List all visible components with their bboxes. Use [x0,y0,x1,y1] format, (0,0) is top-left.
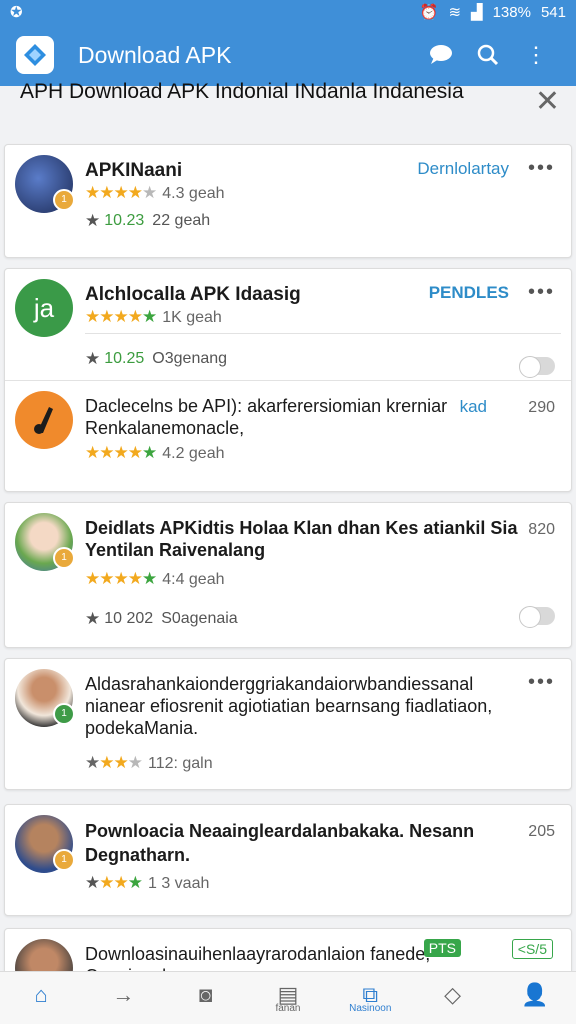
alarm-icon: ⏰ [419,4,439,21]
nav-profile[interactable]: 👤 [503,972,567,1008]
banner: APH Download APK Indonial INdanla Indane… [0,78,576,144]
rating-stars: ★★★★ 112: galn [85,753,213,772]
nav-record[interactable]: ◙ [174,972,238,1008]
count-label: 820 [528,521,555,538]
star-icon: ★ [85,211,101,230]
nav-files[interactable]: ▤ fanan [256,972,320,1014]
app-avatar: 1 [15,815,75,873]
badge-icon: 1 [53,547,75,569]
more-vert-icon[interactable]: ⋮ [512,31,560,79]
link-text[interactable]: kad [460,397,487,417]
app-bar: Download APK ⋮ [0,24,576,86]
close-icon[interactable]: ✕ [535,84,560,119]
rating-stars: ★★★★★ 4.2 geah [85,443,225,462]
app-name: Downloasinauihenlaayrarodanlaion fanede, [85,944,431,964]
app-logo-icon [16,36,54,74]
status-bar: ✪ ⏰ ≋ ▟ 138% 541 [0,0,576,24]
count-label: 290 [528,399,555,416]
app-avatar: ja [15,279,73,337]
diamond-icon: ◇ [444,982,461,1007]
signal-icon: ▟ [471,4,483,21]
more-horiz-icon[interactable]: ••• [528,281,555,304]
version-value: 10 202 [104,610,154,627]
chat-icon[interactable] [416,31,464,79]
count-label: 205 [528,823,555,840]
record-icon: ◙ [199,982,213,1007]
nav-forward[interactable]: → [91,972,155,1008]
star-icon: ★ [85,349,101,368]
rating-stars: ★★★★★ 4:4 geah [85,569,225,588]
chip-label: <S/5 [511,939,553,959]
app-name: Aldasrahankaionderggriakandaiorwbandiess… [85,674,493,738]
banner-text: APH Download APK Indonial INdanla Indane… [20,80,464,103]
app-title: Download APK [78,41,232,68]
app-name: Pownloacia Neaainglear­dalanbakaka. Nesa… [85,821,475,865]
download-tag[interactable]: Dernlolartay [417,159,509,179]
rating-meta: 4.2 geah [162,445,225,462]
battery-text: 138% [492,3,531,21]
badge-icon: 1 [53,849,75,871]
chip-label: PTS [423,939,461,957]
nav-home[interactable]: ⌂ [9,972,73,1008]
nav-discover[interactable]: ◇ [421,972,485,1008]
person-icon: 👤 [521,982,549,1007]
clock: 541 [540,3,566,21]
app-name: Daclecelns be API): akarferersiomian kre… [85,396,448,438]
status-tag[interactable]: PENDLES [429,283,509,303]
version-value: 10.25 [104,350,145,367]
app-list: 1 APKINaani ★★★★★ 4.3 geah ★ 10.23 22 geah … [0,144,576,990]
nav-downloads[interactable]: ⧉ Nasinoon [338,972,402,1014]
rating-meta: 1 3 vaah [147,875,210,892]
size-meta: 22 geah [152,212,211,229]
rating-meta: 4.3 geah [162,185,225,202]
toggle-switch[interactable] [519,606,555,628]
nav-label: Nasinoon [349,1003,392,1014]
list-item[interactable]: ja Alchlocalla APK Idaasig ★★★★★ 1K geah … [4,268,572,492]
app-notification-icon: ✪ [10,4,23,21]
home-icon: ⌂ [34,982,48,1007]
app-avatar: 1 [15,669,75,727]
more-horiz-icon[interactable]: ••• [528,157,555,180]
app-name: Deidlats APKidtis Holaa Klan dhan Kes at… [85,518,518,560]
toggle-switch[interactable] [519,356,555,378]
wifi-icon: ≋ [448,4,462,21]
size-meta: S0agenaia [161,610,238,627]
bottom-nav: ⌂ → ◙ ▤ fanan ⧉ Nasinoon ◇ 👤 [0,971,576,1024]
app-avatar: 1 [15,513,75,571]
rating-stars: ★★★★★ 4.3 geah [85,183,225,202]
star-icon: ★ [85,609,101,628]
rating-meta: 4:4 geah [162,571,225,588]
rating-meta: 1K geah [162,309,222,326]
rating-meta: 112: galn [147,755,213,772]
list-item[interactable]: 1 APKINaani ★★★★★ 4.3 geah ★ 10.23 22 geah … [4,144,572,258]
search-icon[interactable] [464,31,512,79]
arrow-icon: → [112,982,135,1007]
app-avatar: 1 [15,155,75,213]
badge-icon: 1 [53,189,75,211]
list-item[interactable]: 1 Deidlats APKidtis Holaa Klan dhan Kes … [4,502,572,648]
more-horiz-icon[interactable]: ••• [528,671,555,694]
rating-stars: ★★★★★ 1K geah [85,307,222,326]
badge-icon: 1 [53,703,75,725]
list-item[interactable]: 1 Pownloacia Neaainglear­dalanbakaka. Ne… [4,804,572,916]
version-value: 10.23 [104,212,145,229]
nav-label: fanan [275,1003,301,1014]
app-avatar [15,391,73,449]
rating-stars: ★★★★ 1 3 vaah [85,873,210,892]
size-meta: O3genang [152,350,228,367]
list-item[interactable]: 1 Aldasrahankaionderggriakandaiorwbandie… [4,658,572,790]
